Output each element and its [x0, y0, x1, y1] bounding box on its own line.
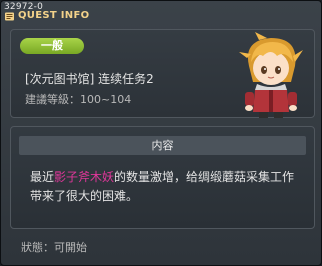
desc-highlight: 影子斧木妖: [54, 170, 115, 184]
quest-status: 狀態：可開始: [21, 241, 87, 254]
level-label: 建議等級: [25, 93, 69, 106]
npc-avatar: [239, 32, 303, 118]
desc-line2: 带来了很大的困难。: [30, 189, 139, 203]
level-range: 100~104: [80, 93, 132, 106]
window-title: QUEST INFO: [18, 10, 90, 21]
quest-info-window: 32972-0 QUEST INFO 一般 [次元图书馆] 连续任务2 建議等級…: [0, 0, 322, 266]
desc-after: 的数量激增，给绸缎蘑菇采集工作: [114, 170, 295, 184]
quest-summary-panel: 一般 [次元图书馆] 连续任务2 建議等級：100~104: [10, 29, 315, 118]
status-label: 狀態: [21, 241, 43, 254]
status-value: 可開始: [54, 241, 87, 254]
quest-description: 最近影子斧木妖的数量激增，给绸缎蘑菇采集工作 带来了很大的困难。: [30, 168, 310, 206]
content-header: 内容: [19, 136, 306, 155]
quest-book-icon: [5, 12, 14, 21]
desc-before: 最近: [30, 170, 55, 184]
title-bar[interactable]: QUEST INFO: [1, 10, 321, 24]
quest-type-badge: 一般: [20, 38, 84, 54]
quest-level: 建議等級：100~104: [25, 93, 132, 106]
quest-name: [次元图书馆] 连续任务2: [25, 72, 154, 86]
quest-content-panel: 内容 最近影子斧木妖的数量激增，给绸缎蘑菇采集工作 带来了很大的困难。: [10, 126, 315, 229]
